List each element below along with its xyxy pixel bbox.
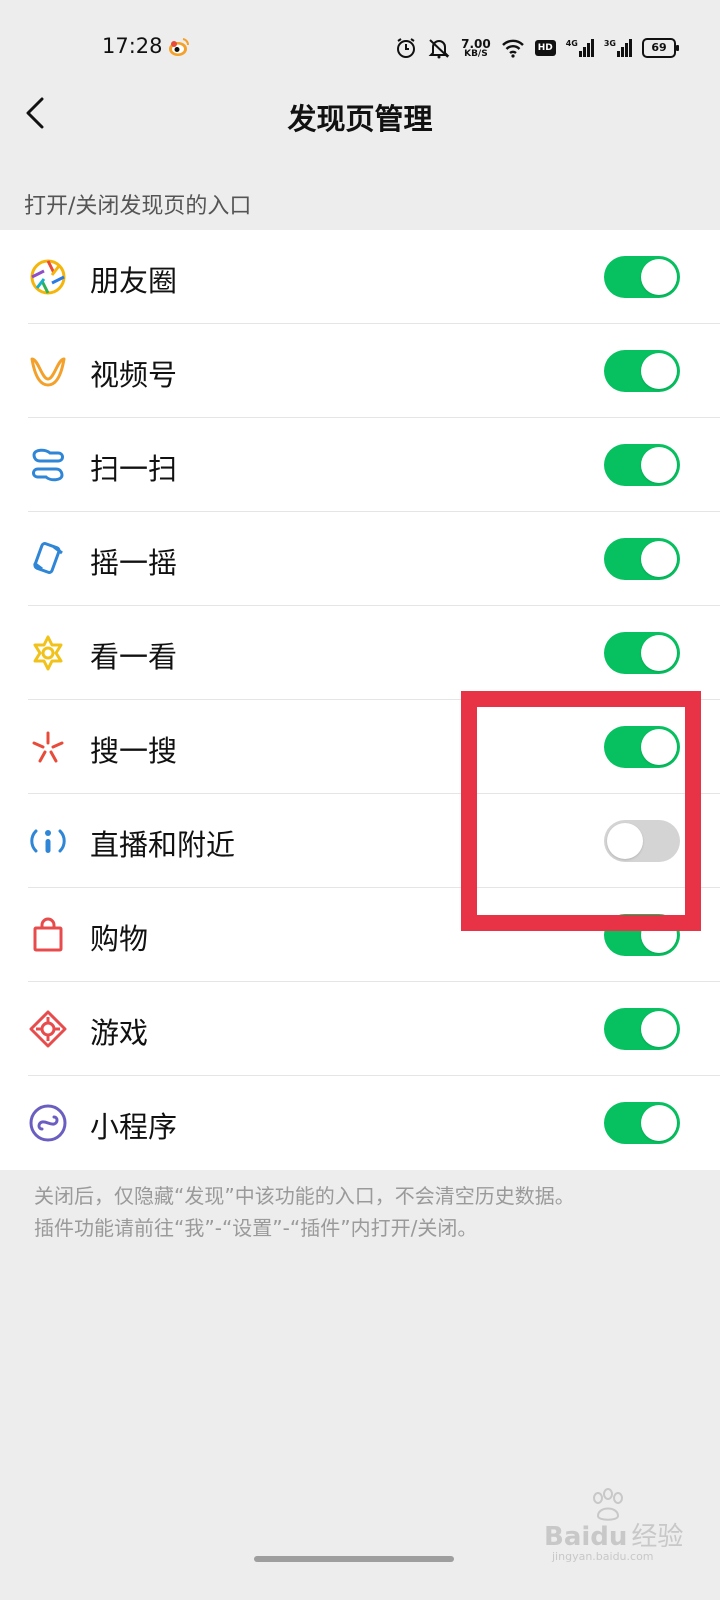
- toggle-search[interactable]: [604, 726, 680, 768]
- watermark-url: jingyan.baidu.com: [552, 1550, 654, 1563]
- shopping-bag-icon: [33, 917, 63, 952]
- list-item-moments: 朋友圈: [0, 230, 720, 324]
- list-item-label: 朋友圈: [90, 264, 178, 298]
- footer-line-1: 关闭后，仅隐藏“发现”中该功能的入口，不会清空历史数据。: [34, 1184, 575, 1208]
- toggle-mini-programs[interactable]: [604, 1102, 680, 1144]
- battery-icon: 69: [642, 38, 679, 58]
- toggle-scan[interactable]: [604, 444, 680, 486]
- watermark-brand: Baidu: [544, 1522, 628, 1552]
- battery-level: 69: [651, 41, 667, 54]
- list-item-label: 扫一扫: [90, 452, 178, 486]
- toggle-knob: [641, 1011, 677, 1047]
- toggle-knob: [641, 729, 677, 765]
- toggle-knob: [641, 541, 677, 577]
- toggle-channels[interactable]: [604, 350, 680, 392]
- weibo-icon: [169, 38, 190, 56]
- toggle-shopping[interactable]: [604, 914, 680, 956]
- moments-icon: [30, 259, 66, 295]
- home-indicator[interactable]: [254, 1556, 454, 1562]
- net-speed-value: 7.00: [461, 36, 491, 51]
- toggle-live-nearby[interactable]: [604, 820, 680, 862]
- list-item-channels: 视频号: [0, 324, 720, 418]
- signal-4g-label: 4G: [565, 39, 578, 48]
- shake-icon: [33, 542, 63, 574]
- baidu-watermark: Baidu 经验 jingyan.baidu.com: [544, 1488, 683, 1568]
- games-icon: [29, 1010, 67, 1048]
- list-item-shake: 摇一摇: [0, 512, 720, 606]
- list-item-label: 游戏: [90, 1016, 149, 1050]
- net-speed-unit: KB/S: [464, 48, 488, 59]
- wifi-icon: [501, 39, 524, 58]
- signal-4g-icon: 4G: [566, 39, 594, 57]
- list-item-label: 看一看: [90, 640, 178, 674]
- mini-programs-icon: [29, 1104, 67, 1142]
- toggle-knob: [607, 823, 643, 859]
- toggle-moments[interactable]: [604, 256, 680, 298]
- search-icon: [32, 731, 64, 763]
- toggle-shake[interactable]: [604, 538, 680, 580]
- toggle-knob: [641, 917, 677, 953]
- list-item-shopping: 购物: [0, 888, 720, 982]
- list-item-label: 购物: [90, 922, 149, 956]
- list-item-mini-programs: 小程序: [0, 1076, 720, 1170]
- channels-icon: [30, 357, 66, 387]
- list-item-search: 搜一搜: [0, 700, 720, 794]
- watermark-suffix: 经验: [631, 1522, 684, 1552]
- toggle-games[interactable]: [604, 1008, 680, 1050]
- footer-note: 关闭后，仅隐藏“发现”中该功能的入口，不会清空历史数据。 插件功能请前往“我”-…: [34, 1180, 694, 1244]
- network-speed: 7.00 KB/S: [461, 38, 491, 59]
- list-item-label: 搜一搜: [90, 734, 178, 768]
- top-stories-icon: [33, 635, 63, 671]
- footer-line-2: 插件功能请前往“我”-“设置”-“插件”内打开/关闭。: [34, 1216, 478, 1240]
- hd-badge: HD: [534, 40, 556, 56]
- live-nearby-icon: [30, 829, 66, 853]
- signal-3g-icon: 3G: [604, 39, 632, 57]
- toggle-knob: [641, 447, 677, 483]
- list-item-label: 小程序: [90, 1110, 178, 1144]
- signal-3g-label: 3G: [603, 39, 616, 48]
- status-time: 17:28: [102, 34, 163, 58]
- section-header: 打开/关闭发现页的入口: [24, 194, 252, 219]
- scan-icon: [32, 448, 64, 482]
- list-item-top-stories: 看一看: [0, 606, 720, 700]
- discover-entries-list: 朋友圈 视频号 扫一扫 摇一摇 看一看 搜一搜 直播和附近 购物 游戏 小程序: [0, 230, 720, 1170]
- list-item-live-nearby: 直播和附近: [0, 794, 720, 888]
- page-title: 发现页管理: [287, 102, 433, 136]
- mute-bell-icon: [428, 39, 450, 59]
- toggle-knob: [641, 259, 677, 295]
- list-item-label: 视频号: [90, 358, 178, 392]
- list-item-label: 直播和附近: [90, 828, 236, 862]
- toggle-knob: [641, 353, 677, 389]
- status-icons: 7.00 KB/S HD 4G 3G 69: [395, 36, 679, 60]
- list-item-label: 摇一摇: [90, 546, 178, 580]
- list-item-scan: 扫一扫: [0, 418, 720, 512]
- list-item-games: 游戏: [0, 982, 720, 1076]
- alarm-icon: [397, 38, 416, 58]
- toggle-top-stories[interactable]: [604, 632, 680, 674]
- toggle-knob: [641, 1105, 677, 1141]
- nav-bar: 发现页管理: [0, 76, 720, 152]
- toggle-knob: [641, 635, 677, 671]
